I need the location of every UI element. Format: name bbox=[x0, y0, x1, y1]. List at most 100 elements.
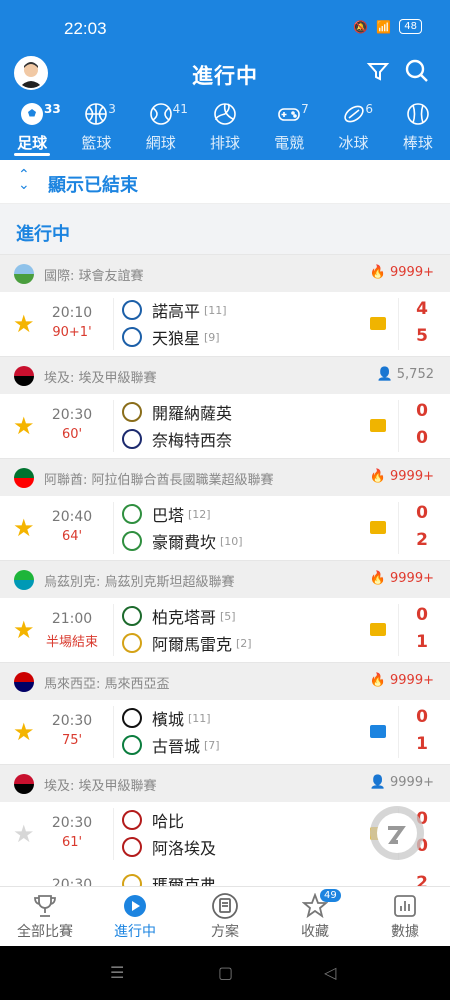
nav-plans[interactable]: 方案 bbox=[180, 887, 270, 946]
fire-icon: 🔥 bbox=[369, 265, 386, 280]
favorite-star-icon[interactable]: ★ bbox=[13, 820, 35, 848]
nav-data[interactable]: 數據 bbox=[360, 887, 450, 946]
system-nav-bar: ☰ ▢ ◁ bbox=[0, 946, 450, 1000]
match-minute: 64' bbox=[61, 529, 83, 544]
animation-icon[interactable] bbox=[370, 521, 386, 534]
tab-tennis[interactable]: 41 網球 bbox=[129, 100, 193, 160]
team-logo-icon bbox=[122, 504, 142, 524]
favorite-star-icon[interactable]: ★ bbox=[13, 718, 35, 746]
league-header[interactable]: 阿聯酋: 阿拉伯聯合酋長國職業超級聯賽 🔥 9999+ bbox=[0, 458, 450, 496]
favorite-star-icon[interactable]: ★ bbox=[13, 514, 35, 542]
away-team: 阿洛埃及 bbox=[122, 835, 220, 859]
tab-esports[interactable]: 7 電競 bbox=[257, 100, 321, 160]
heat-count: 🔥 9999+ bbox=[369, 571, 434, 586]
home-team: 檳城 [11] bbox=[122, 706, 211, 730]
league-header[interactable]: 馬來西亞: 馬來西亞盃 🔥 9999+ bbox=[0, 662, 450, 700]
tennis-icon bbox=[149, 103, 172, 125]
league-name: 埃及: 埃及甲級聯賽 bbox=[44, 371, 157, 386]
floating-action-button[interactable] bbox=[370, 806, 424, 860]
live-video-icon[interactable] bbox=[370, 725, 386, 738]
expand-icon: ⌃ ⌄ bbox=[18, 167, 30, 193]
team-logo-icon bbox=[122, 606, 142, 626]
section-title: 進行中 bbox=[0, 204, 450, 254]
divider bbox=[398, 604, 399, 656]
heat-count: 🔥 9999+ bbox=[369, 673, 434, 688]
match-row[interactable]: ★ 21:00 半場結束 柏克塔哥 [5] 阿爾馬雷克 [2] 0 1 bbox=[0, 598, 450, 662]
league-name: 烏茲別克: 烏茲別克斯坦超級聯賽 bbox=[44, 575, 235, 590]
nav-favorites[interactable]: 49 收藏 bbox=[270, 887, 360, 946]
bottom-nav: 全部比賽 進行中 方案 49 收藏 數據 bbox=[0, 886, 450, 946]
signal-icon: 📶 bbox=[376, 19, 392, 34]
favorite-star-icon[interactable]: ★ bbox=[13, 616, 35, 644]
home-score: 0 bbox=[416, 401, 428, 421]
favorite-star-icon[interactable]: ★ bbox=[13, 310, 35, 338]
home-team: 巴塔 [12] bbox=[122, 502, 211, 526]
match-minute: 61' bbox=[61, 835, 83, 850]
filter-icon[interactable] bbox=[366, 60, 390, 88]
home-score: 4 bbox=[416, 299, 428, 319]
tab-basketball[interactable]: 3 籃球 bbox=[64, 100, 128, 160]
document-icon bbox=[212, 893, 238, 919]
match-minute: 90+1' bbox=[52, 325, 92, 340]
away-score: 1 bbox=[416, 734, 428, 754]
country-flag-icon bbox=[14, 264, 34, 284]
nav-live[interactable]: 進行中 bbox=[90, 887, 180, 946]
country-flag-icon bbox=[14, 774, 34, 794]
home-team: 開羅納薩英 bbox=[122, 400, 236, 424]
home-score: 0 bbox=[416, 707, 428, 727]
kickoff-time: 20:30 bbox=[51, 713, 93, 729]
league-header[interactable]: 埃及: 埃及甲級聯賽 👤 5,752 bbox=[0, 356, 450, 394]
back-icon[interactable]: ◁ bbox=[324, 963, 336, 982]
basketball-icon bbox=[85, 103, 108, 125]
bar-chart-icon bbox=[394, 895, 416, 917]
home-icon[interactable]: ▢ bbox=[218, 963, 233, 982]
league-header[interactable]: 國際: 球會友誼賽 🔥 9999+ bbox=[0, 254, 450, 292]
divider bbox=[113, 502, 114, 554]
divider bbox=[398, 400, 399, 452]
tab-volleyball[interactable]: 排球 bbox=[193, 100, 257, 160]
away-team: 阿爾馬雷克 [2] bbox=[122, 631, 252, 655]
divider bbox=[398, 706, 399, 758]
trophy-icon bbox=[34, 895, 56, 917]
animation-icon[interactable] bbox=[370, 317, 386, 330]
divider bbox=[398, 298, 399, 350]
match-row[interactable]: ★ 20:30 60' 開羅納薩英 奈梅特西奈 0 0 bbox=[0, 394, 450, 458]
animation-icon[interactable] bbox=[370, 419, 386, 432]
fire-icon: 🔥 bbox=[369, 673, 386, 688]
animation-icon[interactable] bbox=[370, 623, 386, 636]
team-logo-icon bbox=[122, 810, 142, 830]
sport-tabs: 33 足球 3 籃球 41 網球 排球 7 電競 6 冰球 棒球 bbox=[0, 100, 450, 160]
away-team: 豪爾費坎 [10] bbox=[122, 529, 243, 553]
country-flag-icon bbox=[14, 366, 34, 386]
away-team: 天狼星 [9] bbox=[122, 325, 220, 349]
match-row[interactable]: ★ 20:40 64' 巴塔 [12] 豪爾費坎 [10] 0 2 bbox=[0, 496, 450, 560]
away-team: 古晉城 [7] bbox=[122, 733, 220, 757]
favorite-star-icon[interactable]: ★ bbox=[13, 412, 35, 440]
nav-all-matches[interactable]: 全部比賽 bbox=[0, 887, 90, 946]
tab-soccer[interactable]: 33 足球 bbox=[0, 100, 64, 160]
search-icon[interactable] bbox=[404, 58, 430, 88]
divider bbox=[398, 502, 399, 554]
league-header[interactable]: 埃及: 埃及甲級聯賽 👤 9999+ bbox=[0, 764, 450, 802]
mute-icon: 🔕 bbox=[353, 19, 369, 34]
team-logo-icon bbox=[122, 708, 142, 728]
league-name: 埃及: 埃及甲級聯賽 bbox=[44, 779, 157, 794]
team-logo-icon bbox=[122, 531, 142, 551]
home-team: 諾高平 [11] bbox=[122, 298, 227, 322]
team-logo-icon bbox=[122, 735, 142, 755]
gamepad-icon bbox=[278, 108, 301, 121]
match-minute: 半場結束 bbox=[45, 635, 98, 650]
soccer-ball-icon bbox=[21, 103, 44, 125]
team-logo-icon bbox=[122, 429, 142, 449]
baseball-icon bbox=[407, 103, 429, 125]
tab-hockey[interactable]: 6 冰球 bbox=[321, 100, 385, 160]
show-finished-toggle[interactable]: ⌃ ⌄ 顯示已結束 bbox=[0, 160, 450, 204]
menu-icon[interactable]: ☰ bbox=[110, 963, 124, 982]
league-header[interactable]: 烏茲別克: 烏茲別克斯坦超級聯賽 🔥 9999+ bbox=[0, 560, 450, 598]
status-time: 22:03 bbox=[64, 19, 107, 38]
league-name: 阿聯酋: 阿拉伯聯合酋長國職業超級聯賽 bbox=[44, 473, 274, 488]
match-row[interactable]: ★ 20:10 90+1' 諾高平 [11] 天狼星 [9] 4 5 bbox=[0, 292, 450, 356]
tab-baseball[interactable]: 棒球 bbox=[386, 100, 450, 160]
match-minute: 75' bbox=[61, 733, 83, 748]
match-row[interactable]: ★ 20:30 75' 檳城 [11] 古晉城 [7] 0 1 bbox=[0, 700, 450, 764]
